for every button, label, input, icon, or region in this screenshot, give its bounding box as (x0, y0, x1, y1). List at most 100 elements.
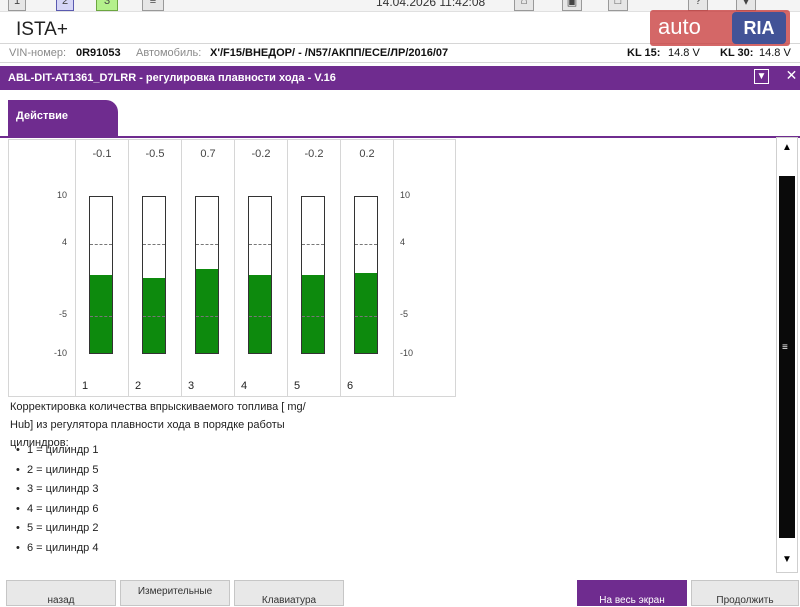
y-tick-label: 4 (61, 237, 67, 248)
y-tick-label: -10 (400, 348, 414, 358)
vin-label: VIN-номер: (9, 47, 67, 59)
threshold-line (143, 315, 165, 317)
cylinder-number: 4 (241, 380, 248, 392)
kl15-value: 14.8 V (668, 47, 700, 59)
threshold-line (196, 244, 218, 246)
car-label: Автомобиль: (136, 47, 202, 59)
cylinder-number: 6 (347, 380, 354, 392)
list-icon[interactable]: ≡ (142, 0, 164, 11)
injection-correction-chart: 10 4 -5 -10 -0.1 1 -0.5 2 0.7 3 -0.2 4 -0.2 5 0.2 6 10… (8, 139, 456, 397)
left-axis: 10 4 -5 -10 (9, 140, 75, 396)
bar (249, 275, 271, 353)
watermark-logo: auto RIA (650, 10, 790, 46)
bar-frame (195, 196, 219, 354)
list-item: 3 = цилиндр 3 (16, 483, 98, 503)
threshold-line (90, 244, 112, 246)
bar (196, 269, 218, 353)
bar (355, 272, 377, 353)
list-item: 6 = цилиндр 4 (16, 542, 98, 562)
window-title: ABL-DIT-AT1361_D7LRR - регулировка плавн… (8, 72, 336, 84)
bar-value-label: 0.7 (200, 148, 216, 160)
cylinder-column-3: 0.7 3 (181, 140, 234, 396)
tab-strip: Действие (0, 90, 775, 136)
y-tick-label: -10 (53, 348, 67, 358)
cylinder-number: 3 (188, 380, 195, 392)
dropdown-icon[interactable]: ▼ (754, 69, 769, 84)
car-value: X'/F15/ВНЕДОР/ - /N57/АКПП/ECE/ЛР/2016/0… (210, 47, 449, 59)
right-axis: 10 4 -5 -10 (393, 140, 455, 396)
y-tick-label: 10 (56, 190, 67, 200)
threshold-line (143, 244, 165, 246)
cylinder-number: 1 (82, 380, 89, 392)
fullscreen-button[interactable]: На весь экран (577, 580, 687, 606)
vertical-scrollbar[interactable]: ▲ ≡ ▼ (776, 137, 798, 573)
cylinder-column-2: -0.5 2 (128, 140, 181, 396)
cylinder-column-4: -0.2 4 (234, 140, 287, 396)
tab-action[interactable]: Действие (8, 100, 118, 136)
app-title: ISTA+ (16, 19, 68, 40)
back-button[interactable]: назад (6, 580, 116, 606)
scroll-up-icon[interactable]: ▲ (780, 142, 794, 156)
watermark-badge: RIA (732, 12, 786, 44)
keyboard-button[interactable]: Клавиатура (234, 580, 344, 606)
y-tick-label: -5 (400, 308, 409, 319)
y-tick-label: 4 (400, 237, 406, 248)
close-icon[interactable]: ✕ (784, 68, 799, 84)
threshold-line (196, 315, 218, 317)
screen-2-button[interactable]: 2 (56, 0, 74, 11)
y-tick-label: 10 (400, 190, 411, 200)
cylinder-column-1: -0.1 1 (75, 140, 128, 396)
grip-icon: ≡ (782, 342, 788, 353)
cylinder-column-5: -0.2 5 (287, 140, 340, 396)
continue-button[interactable]: Продолжить (691, 580, 799, 606)
cylinder-number: 2 (135, 380, 142, 392)
list-item: 2 = цилиндр 5 (16, 464, 98, 484)
bar-value-label: -0.1 (92, 148, 112, 160)
list-item: 4 = цилиндр 6 (16, 503, 98, 523)
print-icon[interactable]: ▣ (562, 0, 582, 11)
threshold-line (249, 244, 271, 246)
bar-frame (89, 196, 113, 354)
bar (90, 274, 112, 353)
description-line-2: Hub] из регулятора плавности хода в поря… (10, 419, 285, 431)
scroll-down-icon[interactable]: ▼ (780, 554, 794, 568)
threshold-line (90, 315, 112, 317)
watermark-text: auto (658, 14, 701, 39)
screen-1-button[interactable]: 1 (8, 0, 26, 11)
kl30-value: 14.8 V (759, 47, 791, 59)
window-icon[interactable]: □ (608, 0, 628, 11)
window-title-bar: ABL-DIT-AT1361_D7LRR - регулировка плавн… (0, 66, 800, 90)
cylinder-column-6: 0.2 6 (340, 140, 393, 396)
threshold-line (355, 315, 377, 317)
cylinder-mapping-list: 1 = цилиндр 1 2 = цилиндр 5 3 = цилиндр … (16, 444, 98, 561)
y-tick-label: -5 (58, 308, 67, 319)
bar-value-label: 0.2 (359, 148, 375, 160)
list-item: 5 = цилиндр 2 (16, 522, 98, 542)
description-line-1: Корректировка количества впрыскиваемого … (10, 401, 306, 413)
bar-value-label: -0.5 (145, 148, 165, 160)
vehicle-info-bar: VIN-номер: 0R91053 Автомобиль: X'/F15/ВН… (0, 43, 800, 63)
bar-value-label: -0.2 (304, 148, 324, 160)
tab-action-label: Действие (16, 110, 68, 122)
bottom-button-bar: назад Измерительные Клавиатура На весь э… (0, 578, 800, 606)
scroll-thumb[interactable]: ≡ (779, 176, 795, 538)
kl15-label: KL 15: (627, 47, 661, 59)
threshold-line (249, 315, 271, 317)
bar-frame (354, 196, 378, 354)
threshold-line (302, 315, 324, 317)
cylinder-number: 5 (294, 380, 301, 392)
bar (302, 275, 324, 353)
bar-frame (142, 196, 166, 354)
bar-frame (248, 196, 272, 354)
datetime: 14.04.2026 11:42:08 (376, 0, 486, 9)
vin-value: 0R91053 (76, 47, 121, 59)
list-item: 1 = цилиндр 1 (16, 444, 98, 464)
bar-value-label: -0.2 (251, 148, 271, 160)
measured-values-button[interactable]: Измерительные (120, 580, 230, 606)
kl30-label: KL 30: (720, 47, 754, 59)
threshold-line (302, 244, 324, 246)
home-icon[interactable]: ⌂ (514, 0, 534, 11)
bar-frame (301, 196, 325, 354)
screen-3-button[interactable]: 3 (96, 0, 118, 11)
threshold-line (355, 244, 377, 246)
